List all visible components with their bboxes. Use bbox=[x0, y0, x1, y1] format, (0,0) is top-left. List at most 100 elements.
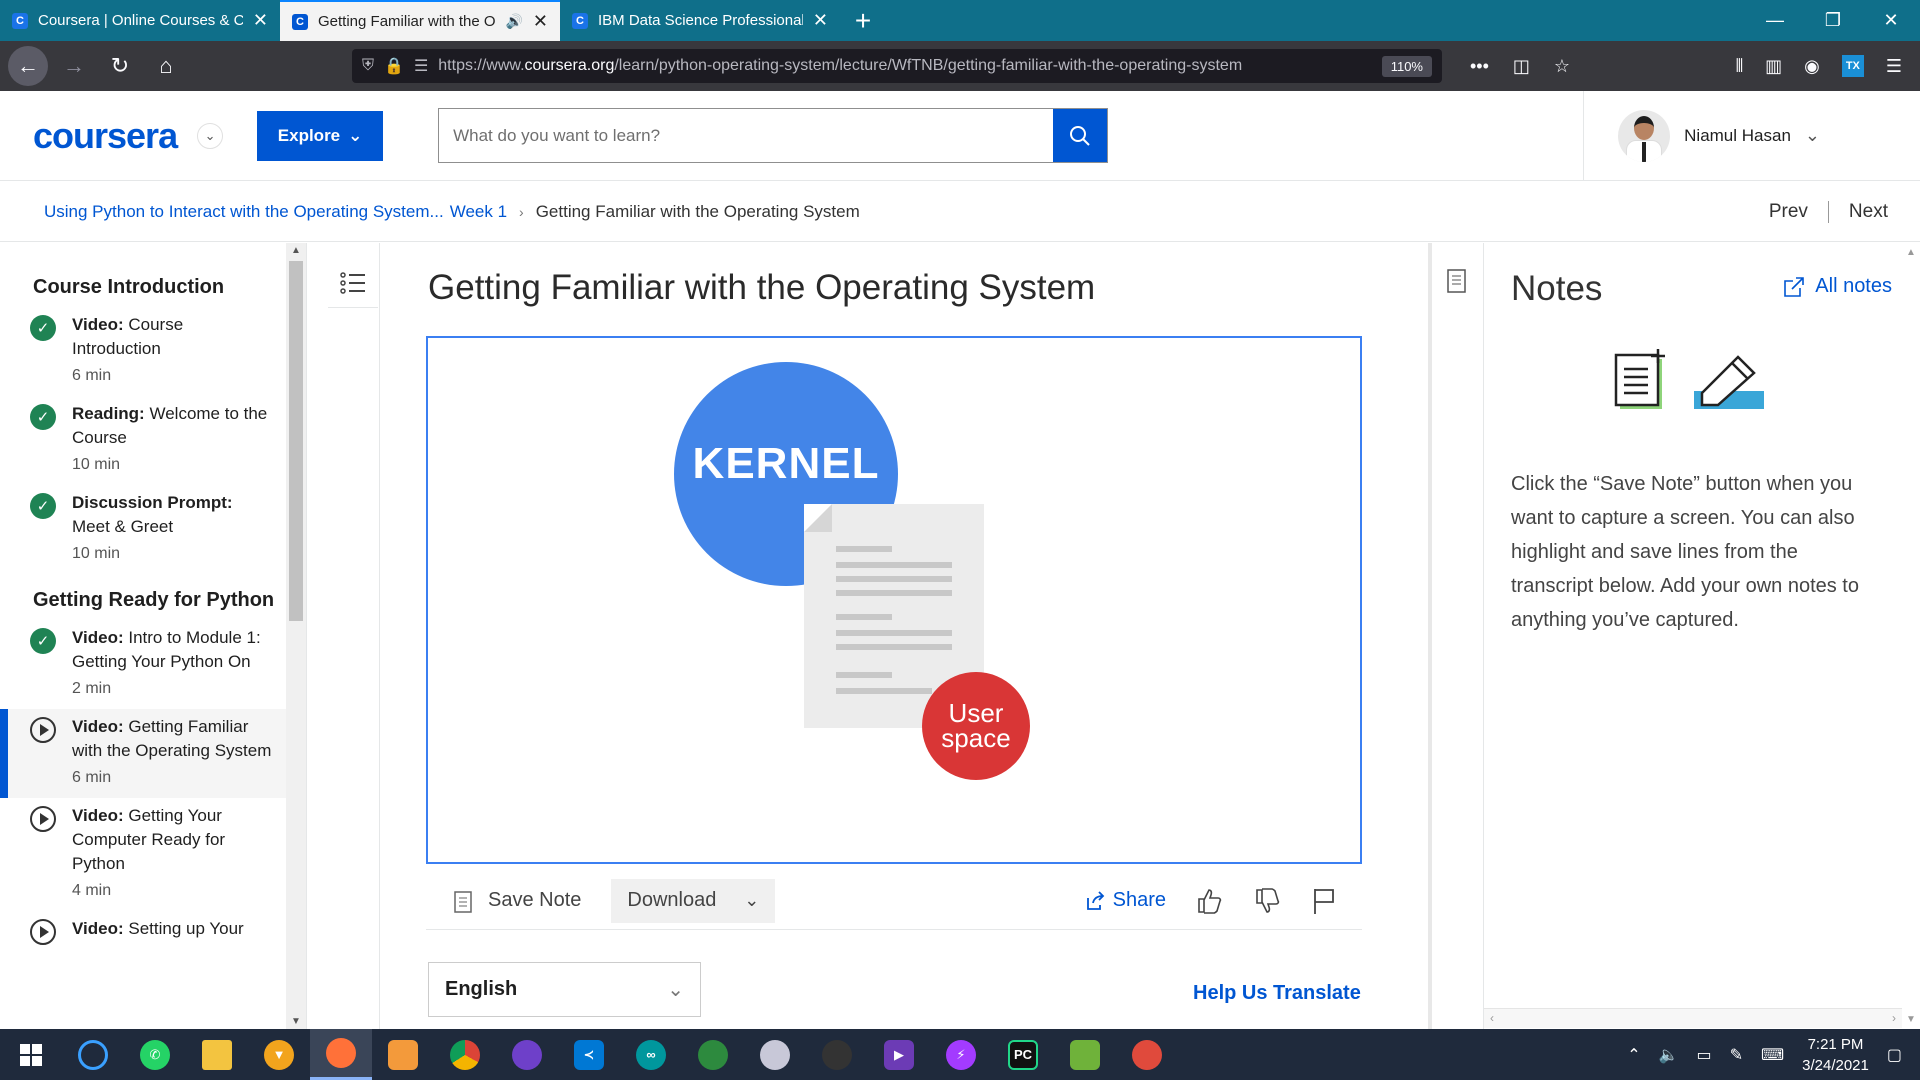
list-item[interactable]: ✓ Video: Intro to Module 1: Getting Your… bbox=[0, 620, 287, 709]
save-note-label: Save Note bbox=[488, 889, 582, 911]
account-icon[interactable]: ◉ bbox=[1804, 56, 1820, 77]
save-note-button[interactable]: Save Note bbox=[454, 889, 581, 913]
lock-icon[interactable]: 🔒 bbox=[384, 56, 404, 76]
chevron-down-icon: ⌄ bbox=[348, 125, 363, 145]
share-button[interactable]: Share bbox=[1085, 889, 1166, 912]
language-select[interactable]: English ⌄ bbox=[428, 962, 701, 1017]
explore-button[interactable]: Explore ⌄ bbox=[257, 110, 384, 161]
breadcrumb-course-link[interactable]: Using Python to Interact with the Operat… bbox=[44, 202, 444, 222]
taskbar-app[interactable] bbox=[682, 1029, 744, 1080]
vscode-icon: ≺ bbox=[574, 1039, 604, 1070]
report-button[interactable] bbox=[1312, 887, 1336, 915]
close-tab-icon[interactable]: ✕ bbox=[253, 10, 268, 31]
prev-button[interactable]: Prev bbox=[1769, 201, 1808, 223]
chevron-down-icon: ⌄ bbox=[744, 890, 760, 910]
taskbar-app[interactable] bbox=[1116, 1029, 1178, 1080]
window-controls: — ❐ ✕ bbox=[1746, 0, 1920, 41]
new-tab-button[interactable]: + bbox=[840, 0, 886, 41]
outline-toggle-button[interactable] bbox=[328, 258, 378, 308]
taskbar-app[interactable] bbox=[806, 1029, 868, 1080]
user-menu[interactable]: Niamul Hasan ⌄ bbox=[1583, 90, 1820, 181]
notes-toggle-button[interactable] bbox=[1446, 268, 1468, 299]
next-button[interactable]: Next bbox=[1849, 201, 1888, 223]
window-close-icon[interactable]: ✕ bbox=[1862, 0, 1920, 41]
chevron-right-icon: › bbox=[519, 203, 524, 220]
taskbar-app[interactable]: ⚡ bbox=[930, 1029, 992, 1080]
chevron-up-icon[interactable]: ⌃ bbox=[1627, 1045, 1640, 1065]
taskbar-app[interactable] bbox=[372, 1029, 434, 1080]
taskbar-app[interactable]: ▶ bbox=[868, 1029, 930, 1080]
taskbar-app[interactable] bbox=[186, 1029, 248, 1080]
taskbar-app[interactable]: ≺ bbox=[558, 1029, 620, 1080]
notes-scrollbar[interactable]: ▲ ▼ bbox=[1902, 243, 1920, 1029]
browser-tab-current[interactable]: C Getting Familiar with the Op 🔊 ✕ bbox=[280, 0, 560, 41]
home-button[interactable]: ⌂ bbox=[146, 46, 186, 86]
menu-icon[interactable]: ☰ bbox=[1886, 56, 1902, 77]
list-item[interactable]: ✓ Reading: Welcome to the Course 10 min bbox=[0, 396, 287, 485]
permissions-icon[interactable]: ☰ bbox=[414, 56, 428, 76]
coursera-logo[interactable]: coursera bbox=[33, 115, 178, 157]
close-tab-icon[interactable]: ✕ bbox=[813, 10, 828, 31]
taskbar-app[interactable] bbox=[496, 1029, 558, 1080]
pocket-icon[interactable]: ◫ bbox=[1513, 56, 1530, 77]
like-button[interactable] bbox=[1196, 887, 1224, 915]
scroll-up-icon[interactable]: ▲ bbox=[1906, 247, 1916, 258]
bookmark-star-icon[interactable]: ☆ bbox=[1554, 56, 1570, 77]
dislike-button[interactable] bbox=[1254, 887, 1282, 915]
scrollbar-thumb[interactable] bbox=[289, 261, 303, 621]
browser-tab-ibm[interactable]: C IBM Data Science Professional ✕ bbox=[560, 0, 840, 41]
back-button[interactable]: ← bbox=[8, 46, 48, 86]
scroll-left-icon[interactable]: ‹ bbox=[1490, 1011, 1494, 1025]
taskbar-app[interactable] bbox=[744, 1029, 806, 1080]
all-notes-link[interactable]: All notes bbox=[1783, 275, 1892, 298]
list-item[interactable]: Video: Setting up Your bbox=[0, 911, 287, 953]
volume-icon[interactable]: 🔈 bbox=[1659, 1045, 1679, 1065]
taskbar-app[interactable]: PC bbox=[992, 1029, 1054, 1080]
close-tab-icon[interactable]: ✕ bbox=[533, 11, 548, 32]
speaker-icon[interactable]: 🔊 bbox=[505, 13, 522, 30]
taskbar-app[interactable] bbox=[434, 1029, 496, 1080]
list-item-current[interactable]: Video: Getting Familiar with the Operati… bbox=[0, 709, 287, 798]
notes-horizontal-scrollbar[interactable]: ‹ › bbox=[1484, 1008, 1902, 1028]
sidebar-icon[interactable]: ▥ bbox=[1765, 56, 1782, 77]
taskbar-app[interactable] bbox=[1054, 1029, 1116, 1080]
more-icon[interactable]: ••• bbox=[1470, 56, 1489, 77]
video-player[interactable]: KERNEL User space bbox=[426, 336, 1362, 864]
scroll-down-icon[interactable]: ▼ bbox=[1906, 1014, 1916, 1025]
search-input[interactable] bbox=[439, 109, 1054, 162]
network-icon[interactable]: ▭ bbox=[1697, 1045, 1712, 1065]
chevron-down-icon[interactable]: ⌄ bbox=[197, 122, 224, 149]
search-button[interactable] bbox=[1053, 109, 1108, 162]
zoom-level[interactable]: 110% bbox=[1381, 55, 1432, 77]
taskbar-app[interactable] bbox=[310, 1029, 372, 1080]
browser-tab-coursera-home[interactable]: C Coursera | Online Courses & Cr ✕ bbox=[0, 0, 280, 41]
extension-icon[interactable]: TX bbox=[1841, 55, 1864, 77]
download-dropdown[interactable]: Download ⌄ bbox=[611, 878, 776, 923]
list-item[interactable]: Video: Getting Your Computer Ready for P… bbox=[0, 798, 287, 911]
breadcrumb-week-link[interactable]: Week 1 bbox=[450, 202, 507, 222]
forward-button[interactable]: → bbox=[54, 46, 94, 86]
taskbar-app[interactable]: ✆ bbox=[124, 1029, 186, 1080]
list-item[interactable]: ✓ Discussion Prompt: Meet & Greet 10 min bbox=[0, 485, 287, 574]
notepad-icon bbox=[1070, 1039, 1100, 1070]
taskbar-app[interactable] bbox=[62, 1029, 124, 1080]
sidebar-scrollbar[interactable]: ▲ ▼ bbox=[286, 243, 306, 1029]
address-bar[interactable]: ⛨ 🔒 ☰ https://www.coursera.org/learn/pyt… bbox=[352, 49, 1442, 83]
list-item[interactable]: ✓ Video: Course Introduction 6 min bbox=[0, 307, 287, 396]
help-translate-link[interactable]: Help Us Translate bbox=[1193, 982, 1361, 1005]
scroll-down-icon[interactable]: ▼ bbox=[286, 1016, 306, 1027]
clock[interactable]: 7:21 PM 3/24/2021 bbox=[1802, 1034, 1869, 1076]
taskbar-app[interactable]: ∞ bbox=[620, 1029, 682, 1080]
pen-icon[interactable]: ✎ bbox=[1730, 1045, 1743, 1065]
restore-icon[interactable]: ❐ bbox=[1804, 0, 1862, 41]
minimize-icon[interactable]: — bbox=[1746, 0, 1804, 41]
notifications-icon[interactable]: ▢ bbox=[1887, 1045, 1902, 1065]
shield-icon[interactable]: ⛨ bbox=[362, 57, 374, 75]
scroll-up-icon[interactable]: ▲ bbox=[286, 245, 306, 256]
keyboard-icon[interactable]: ⌨ bbox=[1761, 1045, 1784, 1065]
start-button[interactable] bbox=[0, 1029, 62, 1080]
library-icon[interactable]: ⫴ bbox=[1736, 56, 1744, 77]
scroll-right-icon[interactable]: › bbox=[1892, 1011, 1896, 1025]
reload-button[interactable]: ↻ bbox=[100, 46, 140, 86]
taskbar-app[interactable]: ▼ bbox=[248, 1029, 310, 1080]
